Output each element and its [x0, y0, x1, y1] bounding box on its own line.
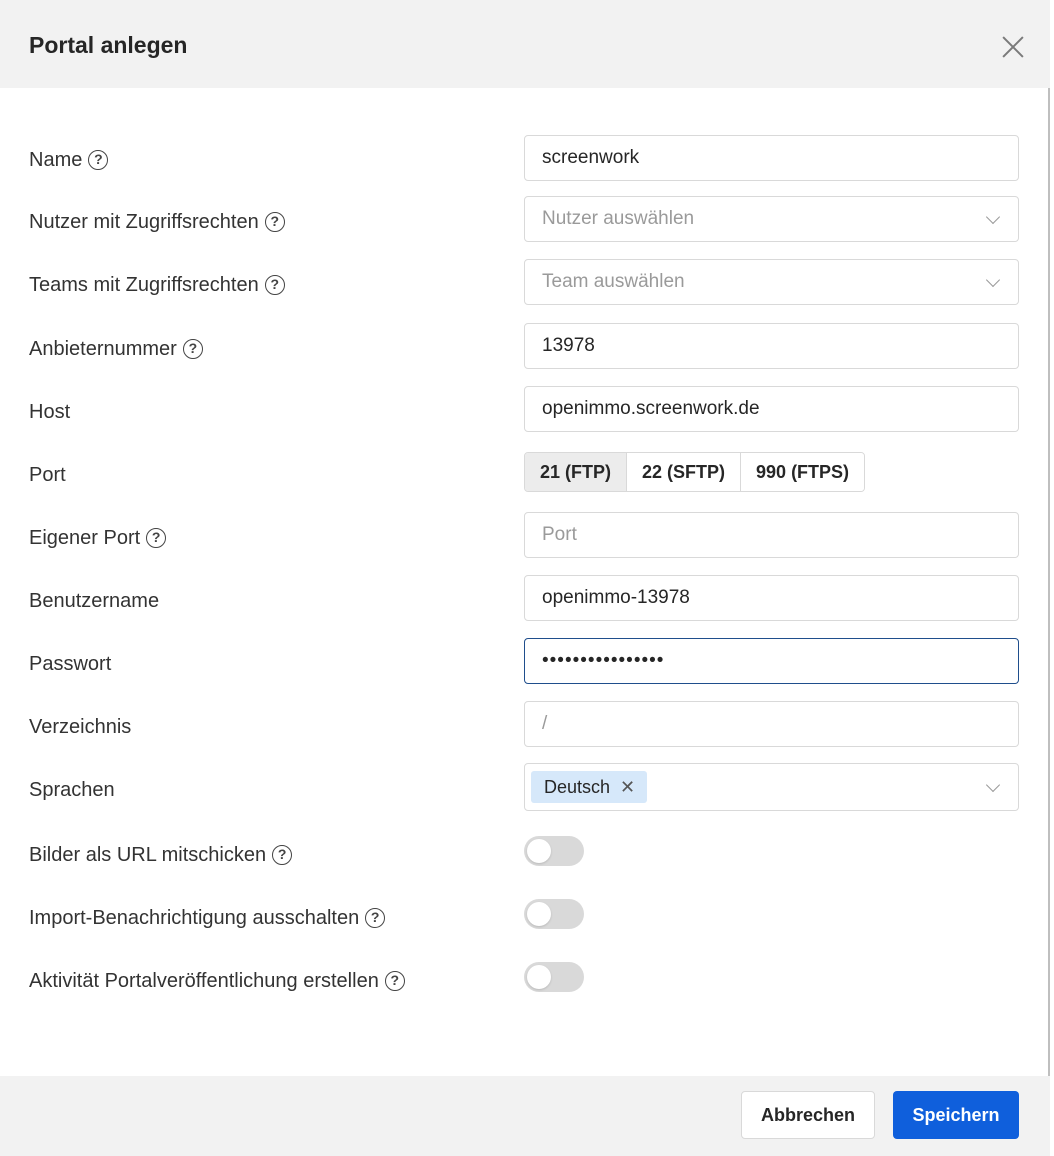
users-select[interactable]: Nutzer auswählen: [524, 196, 1019, 242]
row-username: Benutzername openimmo-13978: [0, 575, 1050, 626]
close-small-icon[interactable]: ✕: [620, 777, 635, 798]
provider-number-input[interactable]: 13978: [524, 323, 1019, 369]
row-send-images-url: Bilder als URL mitschicken ?: [0, 830, 1050, 880]
toggle-knob: [527, 902, 551, 926]
send-images-url-toggle[interactable]: [524, 836, 584, 866]
port-option-sftp[interactable]: 22 (SFTP): [627, 453, 742, 491]
chevron-down-icon: [985, 209, 1001, 225]
cancel-button[interactable]: Abbrechen: [741, 1091, 875, 1139]
host-input[interactable]: openimmo.screenwork.de: [524, 386, 1019, 432]
port-option-ftps[interactable]: 990 (FTPS): [741, 453, 865, 491]
name-label: Name ?: [29, 135, 109, 185]
username-label: Benutzername: [29, 589, 160, 612]
chevron-down-icon: [985, 777, 1001, 793]
row-provider-number: Anbieternummer ? 13978: [0, 323, 1050, 374]
row-password: Passwort ••••••••••••••••: [0, 638, 1050, 689]
toggle-knob: [527, 965, 551, 989]
help-icon[interactable]: ?: [264, 212, 285, 232]
help-icon[interactable]: ?: [88, 150, 109, 170]
dialog-title: Portal anlegen: [29, 32, 188, 58]
teams-select[interactable]: Team auswählen: [524, 259, 1019, 305]
dialog-footer: Abbrechen Speichern: [0, 1076, 1050, 1156]
custom-port-label: Eigener Port ?: [29, 513, 167, 563]
row-port: Port 21 (FTP) 22 (SFTP) 990 (FTPS): [0, 450, 1050, 500]
create-activity-label: Aktivität Portalveröffentlichung erstell…: [29, 956, 405, 1006]
provider-number-label: Anbieternummer ?: [29, 324, 203, 374]
port-label: Port: [29, 463, 66, 486]
help-icon[interactable]: ?: [365, 908, 386, 928]
teams-label: Teams mit Zugriffsrechten ?: [29, 260, 285, 310]
save-button[interactable]: Speichern: [893, 1091, 1019, 1139]
custom-port-input[interactable]: Port: [524, 512, 1019, 558]
row-custom-port: Eigener Port ? Port: [0, 512, 1050, 563]
languages-label: Sprachen: [29, 778, 115, 801]
portal-dialog: Portal anlegen Name ? screenwork Nutzer …: [0, 0, 1050, 1156]
port-segmented-control: 21 (FTP) 22 (SFTP) 990 (FTPS): [524, 452, 866, 492]
chevron-down-icon: [985, 272, 1001, 288]
disable-import-notification-label: Import-Benachrichtigung ausschalten ?: [29, 893, 386, 943]
language-tag: Deutsch ✕: [531, 771, 648, 803]
row-host: Host openimmo.screenwork.de: [0, 386, 1050, 437]
row-languages: Sprachen Deutsch ✕: [0, 763, 1050, 815]
directory-input[interactable]: /: [524, 701, 1019, 747]
help-icon[interactable]: ?: [272, 845, 293, 865]
row-teams: Teams mit Zugriffsrechten ? Team auswähl…: [0, 259, 1050, 310]
row-users: Nutzer mit Zugriffsrechten ? Nutzer ausw…: [0, 196, 1050, 247]
host-label: Host: [29, 400, 71, 423]
create-activity-toggle[interactable]: [524, 962, 584, 992]
users-label: Nutzer mit Zugriffsrechten ?: [29, 197, 285, 247]
dialog-header: Portal anlegen: [0, 0, 1050, 88]
name-input[interactable]: screenwork: [524, 135, 1019, 181]
help-icon[interactable]: ?: [182, 339, 203, 359]
help-icon[interactable]: ?: [264, 275, 285, 295]
row-name: Name ? screenwork: [0, 135, 1050, 185]
directory-label: Verzeichnis: [29, 715, 132, 738]
row-directory: Verzeichnis /: [0, 701, 1050, 752]
help-icon[interactable]: ?: [146, 528, 167, 548]
close-icon[interactable]: [998, 32, 1028, 62]
row-create-activity: Aktivität Portalveröffentlichung erstell…: [0, 956, 1050, 1006]
languages-select[interactable]: Deutsch ✕: [524, 763, 1019, 811]
port-option-ftp[interactable]: 21 (FTP): [525, 453, 628, 491]
help-icon[interactable]: ?: [384, 971, 405, 991]
toggle-knob: [527, 839, 551, 863]
send-images-url-label: Bilder als URL mitschicken ?: [29, 830, 293, 880]
username-input[interactable]: openimmo-13978: [524, 575, 1019, 621]
disable-import-notification-toggle[interactable]: [524, 899, 584, 929]
password-label: Passwort: [29, 652, 112, 675]
row-disable-import-notification: Import-Benachrichtigung ausschalten ?: [0, 893, 1050, 943]
password-input[interactable]: ••••••••••••••••: [524, 638, 1019, 684]
